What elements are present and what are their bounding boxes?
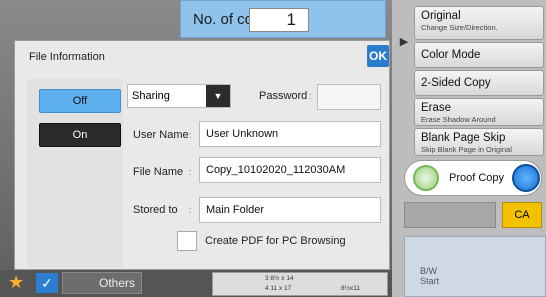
stored-to-field[interactable]: Main Folder <box>199 197 381 223</box>
proof-copy-icon <box>413 165 439 191</box>
color-mode-title: Color Mode <box>421 49 481 61</box>
ca-button[interactable]: CA <box>502 202 542 228</box>
paper-line-1: 3 8½ x 14 <box>265 275 294 282</box>
erase-title: Erase <box>421 102 452 114</box>
check-icon[interactable]: ✓ <box>36 273 58 293</box>
others-button[interactable]: Others <box>62 272 142 294</box>
password-field[interactable] <box>317 84 381 110</box>
blank-page-skip-title: Blank Page Skip <box>421 132 506 144</box>
two-sided-title: 2-Sided Copy <box>421 77 491 89</box>
erase-subtitle: Erase Shadow Around <box>421 115 496 124</box>
password-colon: : <box>309 91 312 101</box>
file-name-colon: : <box>189 167 192 177</box>
blank-page-skip-subtitle: Skip Blank Page in Original <box>421 145 512 154</box>
copies-input[interactable]: 1 <box>249 8 309 32</box>
collapse-arrow-icon[interactable]: ▶ <box>394 22 414 60</box>
original-subtitle: Change Size/Direction. <box>421 23 498 32</box>
dialog-title: File Information <box>29 51 105 63</box>
create-pdf-label: Create PDF for PC Browsing <box>205 235 346 247</box>
user-name-field[interactable]: User Unknown <box>199 121 381 147</box>
original-button[interactable]: Original Change Size/Direction. <box>414 6 544 40</box>
file-information-dialog: File Information OK Off On Sharing ▼ Pas… <box>14 40 390 270</box>
dialog-body: Off On Sharing ▼ Password : User Name : … <box>15 73 391 271</box>
erase-button[interactable]: Erase Erase Shadow Around <box>414 98 544 126</box>
sharing-value: Sharing <box>132 90 170 102</box>
color-start-icon[interactable] <box>512 164 541 192</box>
proof-copy-label: Proof Copy <box>449 172 505 184</box>
paper-line-2: 4 11 x 17 <box>265 285 292 292</box>
on-button[interactable]: On <box>39 123 121 147</box>
original-title: Original <box>421 10 461 22</box>
proof-copy-button[interactable]: Proof Copy <box>404 160 542 196</box>
copies-bar: No. of copies 1 <box>180 0 386 38</box>
off-button[interactable]: Off <box>39 89 121 113</box>
clear-button[interactable] <box>404 202 496 228</box>
two-sided-copy-button[interactable]: 2-Sided Copy <box>414 70 544 96</box>
color-mode-button[interactable]: Color Mode <box>414 42 544 68</box>
password-label: Password <box>259 90 308 102</box>
bw-start-label: B/W Start <box>420 266 439 286</box>
file-name-label: File Name <box>133 166 184 178</box>
stored-to-label: Stored to <box>133 204 178 216</box>
star-icon[interactable]: ★ <box>8 272 24 293</box>
dropdown-arrow-icon: ▼ <box>206 85 230 107</box>
blank-page-skip-button[interactable]: Blank Page Skip Skip Blank Page in Origi… <box>414 128 544 156</box>
file-name-field[interactable]: Copy_10102020_112030AM <box>199 157 381 183</box>
user-name-label: User Name <box>133 129 189 141</box>
paper-line-3: 8½x11 <box>341 285 361 292</box>
paper-tray-strip[interactable]: 3 8½ x 14 4 11 x 17 8½x11 <box>212 272 388 296</box>
user-name-colon: : <box>189 130 192 140</box>
sharing-select[interactable]: Sharing ▼ <box>127 84 231 108</box>
stored-to-colon: : <box>189 205 192 215</box>
off-on-panel: Off On <box>27 79 123 267</box>
create-pdf-checkbox[interactable] <box>177 231 197 251</box>
ok-button[interactable]: OK <box>367 45 389 67</box>
bw-start-text: B/W Start <box>420 266 440 286</box>
